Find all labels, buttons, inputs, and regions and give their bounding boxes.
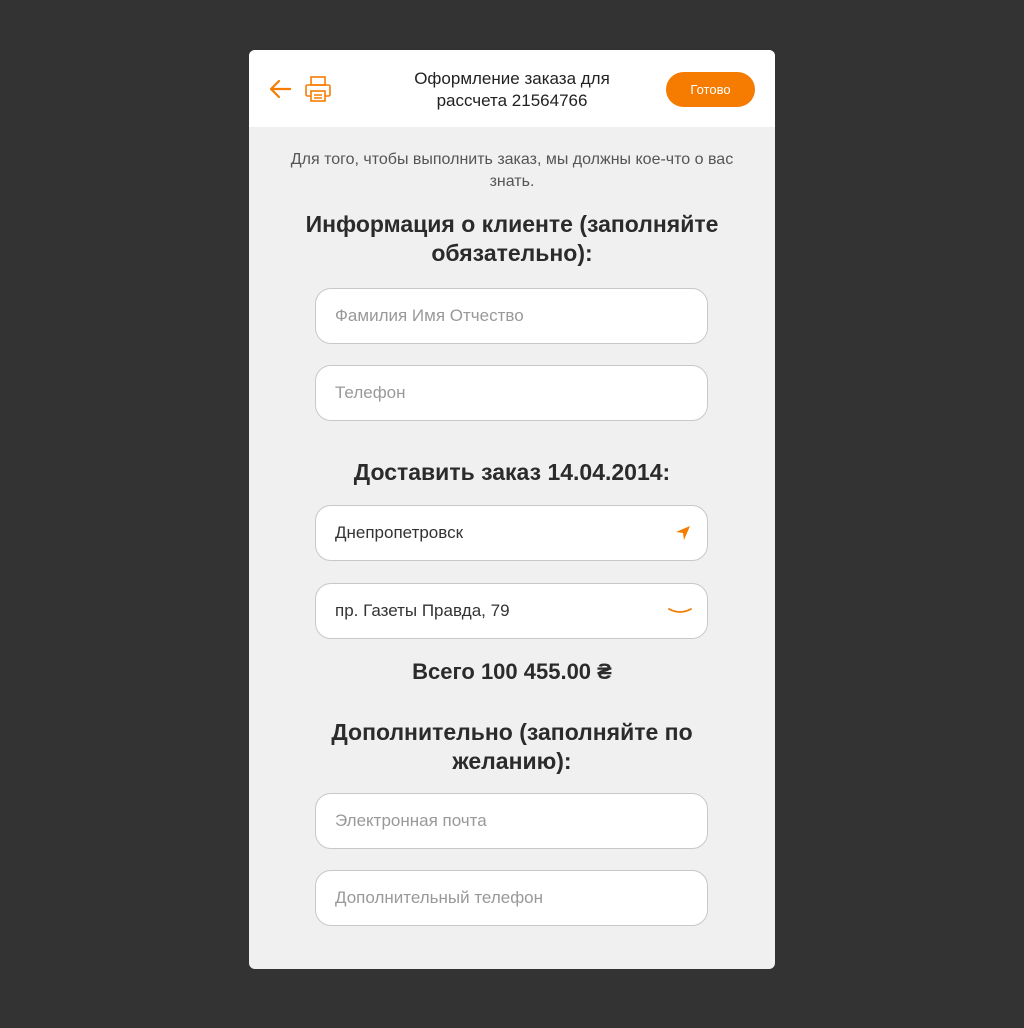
- location-button[interactable]: [673, 523, 693, 543]
- email-input[interactable]: [335, 811, 693, 831]
- intro-text: Для того, чтобы выполнить заказ, мы долж…: [290, 151, 734, 190]
- address-dropdown-toggle[interactable]: [667, 601, 693, 621]
- address-value: пр. Газеты Правда, 79: [335, 601, 510, 620]
- full-name-field[interactable]: [315, 288, 708, 344]
- extra-section-title: Дополнительно (заполняйте по желанию):: [331, 719, 693, 774]
- delivery-section-title: Доставить заказ 14.04.2014:: [353, 459, 671, 485]
- order-total: Всего 100 455.00 ₴: [412, 659, 612, 684]
- phone-field[interactable]: [315, 365, 708, 421]
- print-button[interactable]: [303, 74, 333, 104]
- email-field[interactable]: [315, 793, 708, 849]
- order-card: Оформление заказа для рассчета 21564766 …: [249, 50, 775, 969]
- full-name-input[interactable]: [335, 306, 693, 326]
- client-section-title: Информация о клиенте (заполняйте обязате…: [305, 211, 719, 266]
- back-button[interactable]: [265, 76, 295, 102]
- arrow-left-icon: [269, 79, 292, 99]
- done-button[interactable]: Готово: [666, 72, 755, 107]
- chevron-down-icon: [668, 608, 692, 613]
- page-title: Оформление заказа для рассчета 21564766: [414, 69, 610, 110]
- city-value: Днепропетровск: [335, 523, 464, 542]
- extra-phone-input[interactable]: [335, 888, 693, 908]
- header-bar: Оформление заказа для рассчета 21564766 …: [249, 50, 775, 127]
- phone-input[interactable]: [335, 383, 693, 403]
- location-arrow-icon: [676, 526, 690, 540]
- address-field[interactable]: пр. Газеты Правда, 79: [315, 583, 708, 639]
- city-field[interactable]: Днепропетровск: [315, 505, 708, 561]
- printer-icon: [305, 76, 331, 102]
- extra-phone-field[interactable]: [315, 870, 708, 926]
